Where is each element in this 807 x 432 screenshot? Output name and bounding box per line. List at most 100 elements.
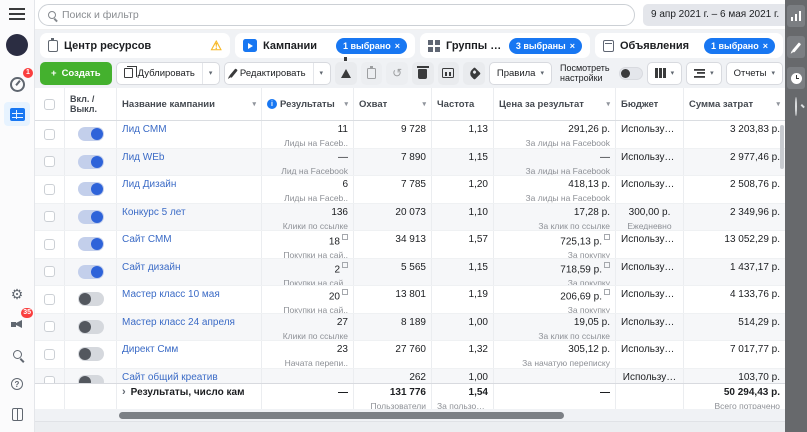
row-checkbox[interactable] [44,376,55,383]
table-row[interactable]: Мастер класс 10 мая 20 Покупки на сай.. … [35,286,785,314]
ab-test-button[interactable] [335,56,357,85]
tab-campaigns[interactable]: Кампании 1 выбрано × [235,33,415,58]
campaign-name-link[interactable]: Мастер класс 24 апреля [122,314,256,329]
campaign-name-link[interactable]: Сайт дизайн [122,259,256,274]
tab-ad-sets[interactable]: Группы объявле... 3 выбраны × [420,33,590,58]
campaign-name-link[interactable]: Конкурс 5 лет [122,204,256,219]
row-checkbox[interactable] [44,183,55,195]
chevron-right-icon[interactable]: › [122,387,126,398]
copy-to-clipboard-button[interactable] [360,61,383,85]
sort-caret-icon[interactable]: ▾ [606,100,610,108]
history-panel-button[interactable] [787,67,805,89]
sort-caret-icon[interactable]: ▾ [776,100,780,108]
campaign-toggle[interactable] [77,237,104,252]
undo-button[interactable]: ↺ [386,61,408,85]
table-row[interactable]: Сайт СММ 18 Покупки на сай.. 34 913 1,57… [35,231,785,259]
header-results[interactable]: i Результаты ▾ [262,88,354,120]
campaign-name-link[interactable]: Директ Смм [122,341,256,356]
close-icon[interactable]: × [395,41,400,51]
info-icon[interactable]: i [267,99,277,109]
campaign-name-link[interactable]: Сайт общий креатив [122,369,256,384]
edit-button[interactable]: Редактировать ▾ [224,61,332,85]
create-button[interactable]: + Создать [40,61,112,85]
sidebar-item-billing[interactable] [4,402,30,426]
sidebar-item-ads-manager[interactable]: 1 [4,68,33,96]
table-row[interactable]: Мастер класс 24 апреля 27 Клики по ссылк… [35,313,785,341]
columns-button[interactable]: ▾ [646,61,683,85]
campaign-toggle[interactable] [77,292,104,307]
edit-panel-button[interactable] [787,36,805,58]
duplicate-button[interactable]: Дублировать ▾ [115,61,221,85]
sort-caret-icon[interactable]: ▾ [422,100,426,108]
avatar[interactable] [6,34,28,56]
campaign-toggle[interactable] [77,264,104,279]
table-row[interactable]: Лид СММ 11 Лиды на Faceb.. 9 728 1,13 29… [35,121,785,149]
sidebar-item-announcements[interactable]: 35 [4,308,33,336]
sidebar-item-settings[interactable]: ⚙ [4,282,30,306]
view-settings-label: Посмотреть настройки [559,63,610,83]
table-row[interactable]: Директ Смм 23 Начата перепи.. 27 760 1,3… [35,341,785,369]
campaign-name-link[interactable]: Лид Дизайн [122,176,256,191]
sidebar-item-help[interactable]: ? [4,372,30,396]
table-row[interactable]: Лид WEb — Лид на Facebook 7 890 1,15 — З… [35,148,785,176]
campaign-toggle[interactable] [77,127,104,142]
campaign-toggle[interactable] [77,154,104,169]
search-filter-box[interactable] [38,3,635,26]
preview-button[interactable] [437,61,460,85]
campaign-toggle[interactable] [77,209,104,224]
row-checkbox[interactable] [44,293,55,305]
resource-center-card[interactable]: Центр ресурсов ⚠ [40,33,230,58]
table-row[interactable]: Лид Дизайн 6 Лиды на Faceb.. 7 785 1,20 … [35,176,785,204]
close-icon[interactable]: × [570,41,575,51]
campaigns-selected-pill[interactable]: 1 выбрано × [336,37,407,54]
campaign-name-link[interactable]: Мастер класс 10 мая [122,286,256,301]
reports-button[interactable]: Отчеты ▾ [725,61,783,85]
chevron-down-icon[interactable]: ▾ [209,69,213,77]
campaign-name-link[interactable]: Лид WEb [122,149,256,164]
table-row[interactable]: Конкурс 5 лет 136 Клики по ссылке 20 073… [35,203,785,231]
header-spent[interactable]: Сумма затрат ▾ [684,88,785,120]
select-all-checkbox[interactable] [44,98,55,110]
row-checkbox[interactable] [44,128,55,140]
view-settings-toggle[interactable] [618,66,643,80]
campaign-toggle[interactable] [77,374,104,383]
row-checkbox[interactable] [44,156,55,168]
table-row[interactable]: Сайт дизайн 2 Покупки на сай.. 5 565 1,1… [35,258,785,286]
breakdown-button[interactable]: ▾ [686,61,722,85]
row-checkbox[interactable] [44,266,55,278]
table-row[interactable]: Сайт общий креатив 262 1,00 Использу… 10… [35,368,785,384]
delete-button[interactable] [411,61,434,85]
header-reach[interactable]: Охват ▾ [354,88,432,120]
tab-ads[interactable]: Объявления 1 выбрано × [595,33,783,58]
sort-caret-icon[interactable]: ▾ [344,100,348,108]
row-checkbox[interactable] [44,238,55,250]
horizontal-scrollbar[interactable] [119,411,564,419]
campaign-name-link[interactable]: Лид СММ [122,121,256,136]
header-cost-per-result[interactable]: Цена за результат ▾ [494,88,616,120]
sidebar-item-search[interactable] [4,342,30,366]
campaign-toggle[interactable] [77,347,104,362]
ad-sets-selected-pill[interactable]: 3 выбраны × [508,37,582,54]
close-icon[interactable]: × [763,41,768,51]
menu-icon[interactable] [9,8,25,20]
search-panel-button[interactable] [795,97,797,116]
header-budget[interactable]: Бюджет [616,88,684,120]
campaign-toggle[interactable] [77,182,104,197]
chevron-down-icon[interactable]: ▾ [320,69,324,77]
row-checkbox[interactable] [44,321,55,333]
charts-panel-button[interactable] [787,5,805,27]
sort-caret-icon[interactable]: ▾ [252,100,256,108]
header-frequency[interactable]: Частота [432,88,494,120]
tags-button[interactable] [463,61,485,85]
row-checkbox[interactable] [44,348,55,360]
date-range-picker[interactable]: 9 апр 2021 г. – 6 мая 2021 г. ▾ [643,3,797,26]
ads-selected-pill[interactable]: 1 выбрано × [704,37,775,54]
campaign-name-link[interactable]: Сайт СММ [122,231,256,246]
sidebar-item-campaigns-view[interactable] [4,102,30,126]
rules-button[interactable]: Правила ▾ [488,61,552,85]
row-checkbox[interactable] [44,211,55,223]
search-input[interactable] [62,8,625,21]
campaign-toggle[interactable] [77,319,104,334]
table-vertical-scrollbar[interactable] [780,125,784,169]
header-campaign-name[interactable]: Название кампании ▾ [117,88,262,120]
